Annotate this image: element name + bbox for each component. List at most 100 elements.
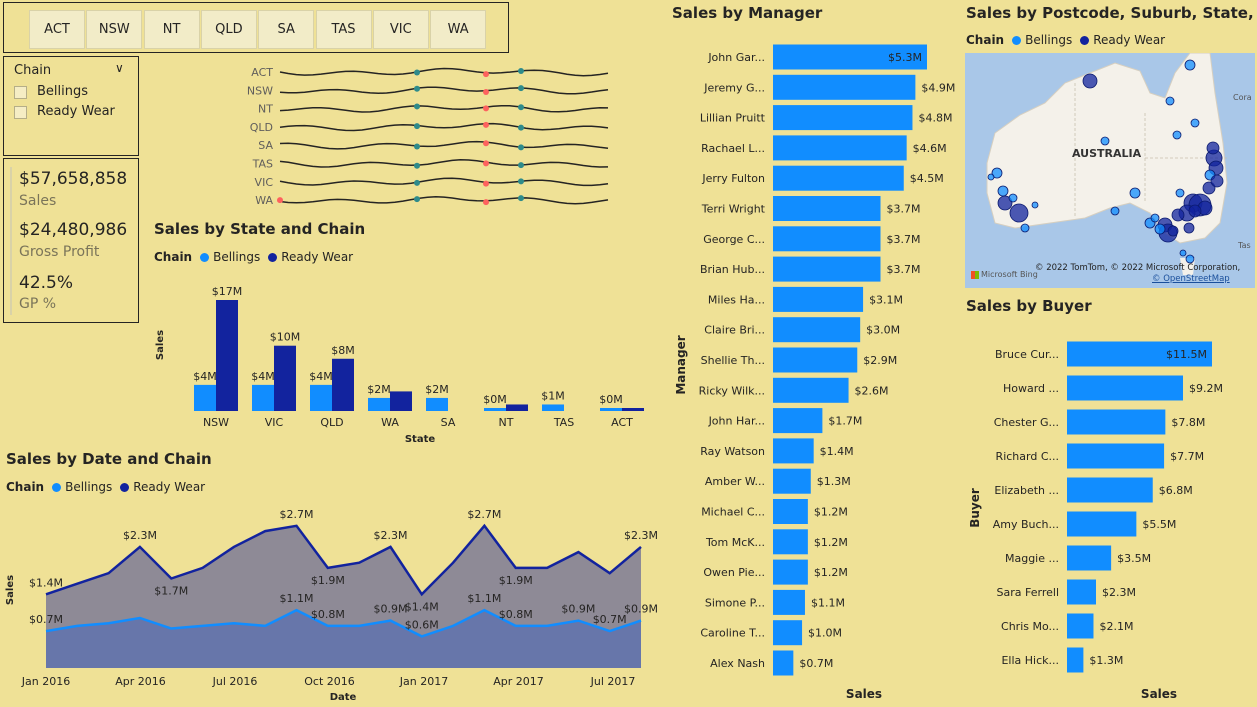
ready-wear-option[interactable]: Ready Wear bbox=[37, 104, 115, 119]
bar-12[interactable] bbox=[773, 408, 823, 434]
map-bubble[interactable] bbox=[997, 185, 1009, 197]
map-bubble[interactable] bbox=[1172, 130, 1182, 140]
map-bubble[interactable] bbox=[1190, 118, 1200, 128]
legend-bellings[interactable]: Bellings bbox=[65, 480, 112, 494]
map-bubble[interactable] bbox=[1206, 141, 1220, 155]
data-label: $6.8M bbox=[1159, 484, 1193, 497]
map-bubble[interactable] bbox=[1175, 188, 1185, 198]
bar-bellings-act[interactable] bbox=[600, 408, 622, 411]
map-bubble[interactable] bbox=[1171, 208, 1185, 222]
map-bubble[interactable] bbox=[1110, 206, 1120, 216]
bar-bellings-nsw[interactable] bbox=[194, 384, 216, 411]
bar-8[interactable] bbox=[773, 286, 864, 312]
map-bubble[interactable] bbox=[1129, 187, 1141, 199]
bar-ready-wear-nt[interactable] bbox=[506, 404, 528, 411]
bar-1[interactable] bbox=[773, 74, 916, 100]
bar-17[interactable] bbox=[773, 559, 808, 585]
state-button-sa[interactable]: SA bbox=[258, 10, 315, 49]
sparkline-marker bbox=[483, 140, 489, 147]
map-bubble[interactable] bbox=[1185, 254, 1195, 264]
map-bubble[interactable] bbox=[1150, 213, 1160, 223]
bellings-option[interactable]: Bellings bbox=[37, 84, 88, 99]
bar-9[interactable] bbox=[1067, 647, 1084, 673]
legend-bellings[interactable]: Bellings bbox=[1025, 33, 1072, 47]
bar-11[interactable] bbox=[773, 377, 849, 403]
data-label: $4.9M bbox=[921, 81, 955, 94]
bar-ready-wear-wa[interactable] bbox=[390, 391, 412, 411]
bar-18[interactable] bbox=[773, 589, 805, 615]
bar-ready-wear-act[interactable] bbox=[622, 408, 644, 411]
state-button-wa[interactable]: WA bbox=[430, 10, 487, 49]
sales-map[interactable]: AUSTRALIA Cora Tas © 2022 TomTom, © 2022… bbox=[965, 53, 1255, 288]
map-bubble[interactable] bbox=[1167, 225, 1179, 237]
bar-20[interactable] bbox=[773, 650, 794, 676]
bar-7[interactable] bbox=[1067, 579, 1096, 605]
bar-bellings-vic[interactable] bbox=[252, 384, 274, 411]
map-bubble[interactable] bbox=[1154, 223, 1166, 235]
bar-8[interactable] bbox=[1067, 613, 1094, 639]
bar-2[interactable] bbox=[1067, 409, 1166, 435]
map-bubble[interactable] bbox=[1188, 204, 1202, 218]
state-button-qld[interactable]: QLD bbox=[200, 10, 257, 49]
map-bubble[interactable] bbox=[1008, 193, 1018, 203]
bar-19[interactable] bbox=[773, 620, 803, 646]
x-tick-label: Jul 2016 bbox=[212, 675, 258, 688]
bellings-checkbox[interactable] bbox=[14, 86, 27, 99]
map-bubble[interactable] bbox=[1179, 249, 1187, 257]
data-label: $1.9M bbox=[311, 574, 345, 587]
map-bubble[interactable] bbox=[1210, 174, 1224, 188]
state-button-tas[interactable]: TAS bbox=[315, 10, 372, 49]
bar-5[interactable] bbox=[1067, 511, 1137, 537]
bar-4[interactable] bbox=[773, 165, 904, 191]
bar-3[interactable] bbox=[773, 135, 907, 161]
legend-ready-wear[interactable]: Ready Wear bbox=[133, 480, 205, 494]
data-label: $0.7M bbox=[799, 657, 833, 670]
openstreetmap-link[interactable]: © OpenStreetMap bbox=[1152, 274, 1230, 284]
map-bubble[interactable] bbox=[1165, 96, 1175, 106]
bar-5[interactable] bbox=[773, 196, 881, 221]
bar-9[interactable] bbox=[773, 317, 861, 343]
bar-ready-wear-qld[interactable] bbox=[332, 358, 354, 411]
bar-ready-wear-vic[interactable] bbox=[274, 345, 296, 411]
bar-16[interactable] bbox=[773, 529, 808, 555]
map-bubble[interactable] bbox=[1100, 136, 1110, 146]
bar-15[interactable] bbox=[773, 499, 808, 524]
bar-bellings-tas[interactable] bbox=[542, 404, 564, 411]
bar-bellings-qld[interactable] bbox=[310, 384, 332, 411]
legend-bellings[interactable]: Bellings bbox=[213, 250, 260, 264]
bar-3[interactable] bbox=[1067, 443, 1165, 469]
bar-4[interactable] bbox=[1067, 477, 1153, 503]
manager-bar-chart: John Gar... $5.3M Jeremy G... $4.9M Lillian … bbox=[674, 44, 955, 701]
bar-6[interactable] bbox=[773, 226, 881, 252]
map-bubble[interactable] bbox=[1020, 223, 1030, 233]
state-button-vic[interactable]: VIC bbox=[372, 10, 429, 49]
bar-bellings-nt[interactable] bbox=[484, 408, 506, 411]
bar-1[interactable] bbox=[1067, 375, 1183, 401]
legend-ready-wear[interactable]: Ready Wear bbox=[281, 250, 353, 264]
map-bubble[interactable] bbox=[1183, 222, 1195, 234]
ready-wear-checkbox[interactable] bbox=[14, 106, 27, 119]
bar-6[interactable] bbox=[1067, 545, 1112, 571]
legend-ready-wear[interactable]: Ready Wear bbox=[1093, 33, 1165, 47]
bar-bellings-wa[interactable] bbox=[368, 397, 390, 411]
bar-2[interactable] bbox=[773, 105, 913, 131]
chevron-down-icon[interactable]: ∨ bbox=[115, 61, 124, 75]
map-bubble[interactable] bbox=[1082, 73, 1098, 89]
state-button-nsw[interactable]: NSW bbox=[86, 10, 143, 49]
state-button-act[interactable]: ACT bbox=[29, 10, 85, 49]
map-bubble[interactable] bbox=[1184, 59, 1196, 71]
data-label: $0.9M bbox=[561, 603, 595, 616]
bar-bellings-sa[interactable] bbox=[426, 397, 448, 411]
data-label: $2M bbox=[425, 383, 449, 396]
buyer-bar-chart: Bruce Cur... $11.5M Howard ... $9.2M Chester… bbox=[968, 341, 1223, 701]
state-button-nt[interactable]: NT bbox=[143, 10, 200, 49]
bar-ready-wear-nsw[interactable] bbox=[216, 300, 238, 411]
map-bubble[interactable] bbox=[1009, 203, 1029, 223]
map-bubble[interactable] bbox=[987, 173, 995, 181]
bar-14[interactable] bbox=[773, 468, 811, 494]
sparkline-label: ACT bbox=[251, 66, 273, 79]
bar-13[interactable] bbox=[773, 438, 814, 464]
bar-10[interactable] bbox=[773, 347, 858, 373]
map-bubble[interactable] bbox=[1031, 201, 1039, 209]
bar-7[interactable] bbox=[773, 256, 881, 282]
